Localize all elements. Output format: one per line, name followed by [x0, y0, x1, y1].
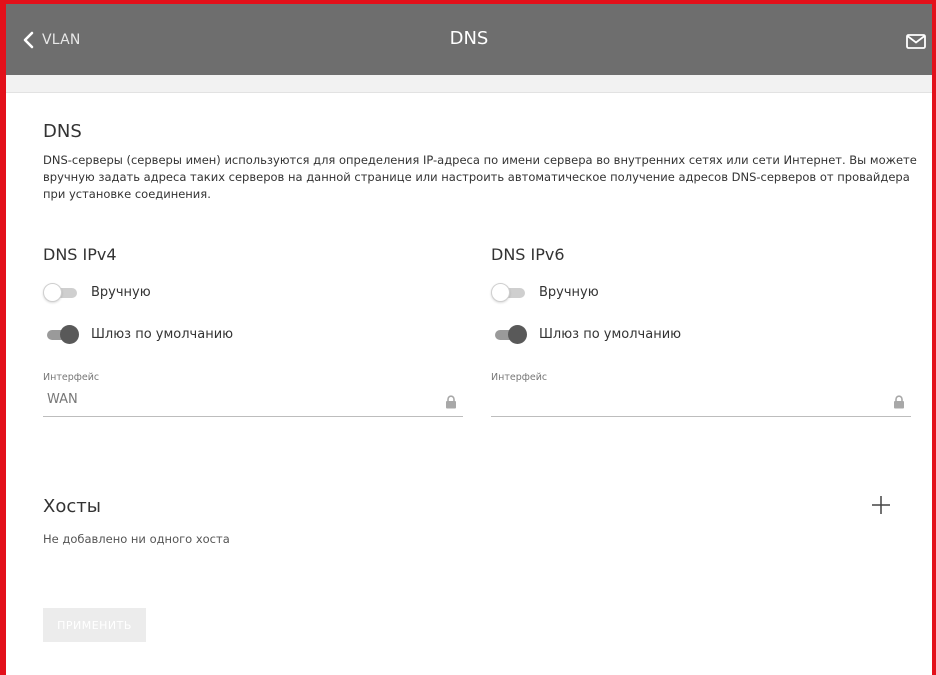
ipv4-interface-field[interactable]: Интерфейс WAN — [43, 372, 463, 418]
lock-icon — [893, 394, 905, 413]
ipv6-interface-field[interactable]: Интерфейс — [491, 372, 911, 418]
ipv6-manual-toggle[interactable]: Вручную — [491, 282, 599, 302]
ipv6-title: DNS IPv6 — [491, 245, 565, 264]
toggle-label: Вручную — [539, 284, 599, 300]
mail-icon[interactable] — [906, 34, 926, 53]
toggle-label: Шлюз по умолчанию — [91, 326, 234, 342]
page-title: DNS — [449, 28, 489, 49]
toggle-switch[interactable] — [43, 282, 79, 302]
field-underline — [491, 416, 911, 417]
ipv6-gateway-toggle[interactable]: Шлюз по умолчанию — [491, 324, 681, 344]
plus-icon[interactable] — [870, 494, 892, 516]
sub-bar — [6, 75, 932, 93]
dns-description: DNS-серверы (серверы имен) используются … — [43, 153, 917, 201]
toggle-label: Вручную — [91, 284, 151, 300]
ipv4-title: DNS IPv4 — [43, 245, 117, 264]
toggle-switch[interactable] — [491, 282, 527, 302]
field-label: Интерфейс — [491, 372, 548, 383]
ipv4-manual-toggle[interactable]: Вручную — [43, 282, 151, 302]
dns-section-title: DNS — [43, 121, 82, 142]
ipv4-gateway-toggle[interactable]: Шлюз по умолчанию — [43, 324, 233, 344]
field-value: WAN — [47, 392, 78, 407]
apply-button[interactable]: ПРИМЕНИТЬ — [43, 608, 146, 642]
hosts-title: Хосты — [43, 496, 101, 517]
top-bar: VLAN DNS — [6, 4, 932, 75]
lock-icon — [445, 394, 457, 413]
field-underline — [43, 416, 463, 417]
toggle-switch[interactable] — [491, 324, 527, 344]
field-label: Интерфейс — [43, 372, 100, 383]
toggle-label: Шлюз по умолчанию — [539, 326, 682, 342]
hosts-empty-text: Не добавлено ни одного хоста — [43, 532, 230, 546]
toggle-switch[interactable] — [43, 324, 79, 344]
